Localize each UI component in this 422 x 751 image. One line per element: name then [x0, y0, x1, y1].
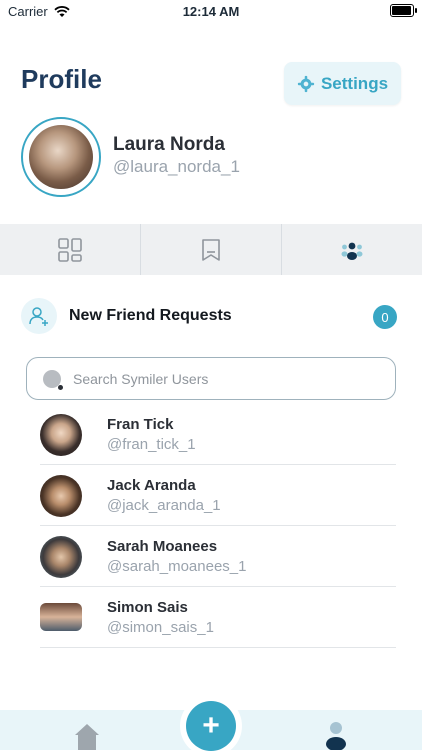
add-post-button[interactable]: + — [186, 701, 236, 751]
search-input[interactable] — [71, 369, 375, 388]
friend-requests-label: New Friend Requests — [69, 307, 232, 324]
user-name: Fran Tick — [107, 416, 174, 433]
tab-bookmarks[interactable] — [141, 224, 282, 275]
bookmark-icon — [202, 238, 220, 261]
user-avatar — [40, 475, 82, 517]
add-friend-icon — [21, 298, 57, 334]
list-item[interactable]: Jack Aranda @jack_aranda_1 — [40, 465, 396, 526]
tab-friends[interactable] — [282, 224, 422, 275]
list-item[interactable]: Sarah Moanees @sarah_moanees_1 — [40, 526, 396, 587]
settings-button[interactable]: Settings — [284, 62, 401, 105]
profile-nav-icon[interactable] — [324, 720, 348, 750]
friend-requests-row[interactable]: New Friend Requests 0 — [21, 298, 401, 336]
user-name: Simon Sais — [107, 599, 188, 616]
user-handle: @simon_sais_1 — [107, 619, 214, 636]
grid-icon — [58, 237, 82, 262]
user-plus-icon — [29, 307, 48, 326]
profile-name: Laura Norda — [113, 134, 225, 155]
battery-icon — [390, 4, 417, 17]
user-avatar — [40, 536, 82, 578]
group-icon — [341, 242, 363, 260]
tab-grid[interactable] — [0, 224, 141, 275]
search-icon — [43, 369, 63, 390]
friend-requests-count-badge: 0 — [373, 305, 397, 329]
home-icon[interactable] — [74, 722, 100, 750]
user-handle: @sarah_moanees_1 — [107, 558, 247, 575]
user-search-bar[interactable] — [26, 357, 396, 400]
user-list: Fran Tick @fran_tick_1 Jack Aranda @jack… — [40, 404, 396, 648]
user-name: Jack Aranda — [107, 477, 196, 494]
gear-icon — [297, 75, 315, 92]
user-name: Sarah Moanees — [107, 538, 218, 555]
list-item[interactable]: Fran Tick @fran_tick_1 — [40, 404, 396, 465]
settings-label: Settings — [320, 73, 389, 93]
user-handle: @jack_aranda_1 — [107, 497, 221, 514]
avatar-image — [29, 125, 93, 189]
page-title: Profile — [21, 64, 102, 94]
status-bar: Carrier 12:14 AM — [0, 0, 422, 24]
profile-handle: @laura_norda_1 — [113, 157, 240, 176]
profile-tabs — [0, 224, 422, 275]
user-avatar — [40, 603, 82, 631]
status-time: 12:14 AM — [182, 4, 240, 19]
user-avatar — [40, 414, 82, 456]
profile-avatar[interactable] — [21, 117, 101, 197]
list-item[interactable]: Simon Sais @simon_sais_1 — [40, 587, 396, 648]
user-handle: @fran_tick_1 — [107, 436, 196, 453]
